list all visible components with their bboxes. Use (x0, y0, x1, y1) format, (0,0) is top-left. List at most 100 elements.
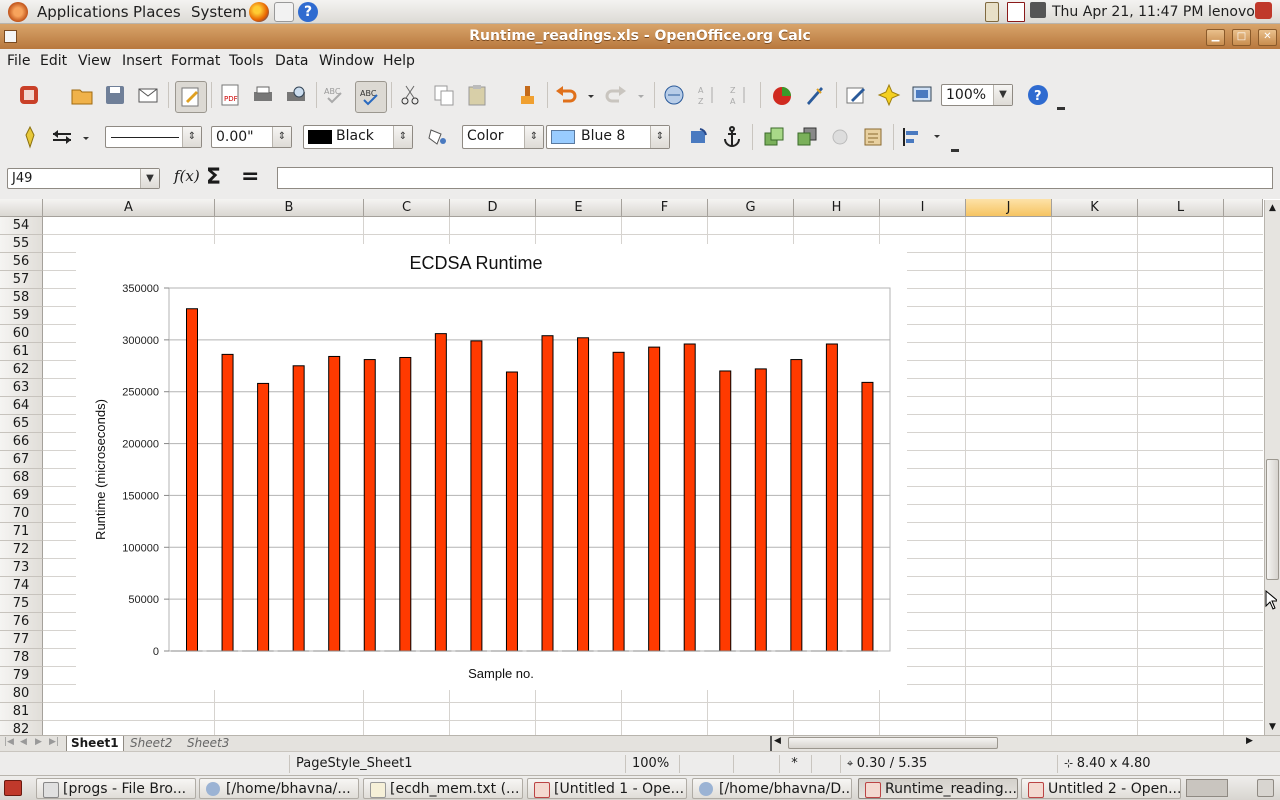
column-header-b[interactable]: B (215, 199, 364, 217)
toolbar-overflow-icon[interactable] (1056, 91, 1066, 115)
taskbar-item-untitled-1[interactable]: [Untitled 1 - Ope... (527, 778, 687, 799)
spin-icon[interactable]: ⇕ (650, 126, 669, 148)
row-header-54[interactable]: 54 (0, 217, 43, 235)
first-sheet-icon[interactable]: |◀ (4, 737, 14, 747)
line-style-combo[interactable]: ⇕ (105, 126, 202, 148)
taskbar-item-terminal-2[interactable]: [/home/bhavna/D... (692, 778, 852, 799)
status-insert-mode[interactable] (679, 755, 731, 773)
menu-window[interactable]: Window (319, 53, 374, 69)
row-header-57[interactable]: 57 (0, 271, 43, 289)
function-wizard-icon[interactable]: f(x) (174, 167, 200, 191)
anchor-icon[interactable] (720, 125, 744, 149)
user-menu[interactable]: lenovo (1208, 4, 1255, 20)
cut-icon[interactable] (398, 83, 422, 107)
shutdown-icon[interactable] (1255, 2, 1272, 19)
row-header-70[interactable]: 70 (0, 505, 43, 523)
show-draw-functions-icon[interactable] (803, 83, 827, 107)
maximize-button[interactable]: □ (1232, 29, 1251, 46)
spin-icon[interactable]: ⇕ (272, 127, 291, 147)
menu-edit[interactable]: Edit (40, 53, 67, 69)
edit-points-icon[interactable] (844, 83, 868, 107)
function-equals-icon[interactable]: = (241, 164, 265, 189)
menu-view[interactable]: View (78, 53, 111, 69)
row-header-59[interactable]: 59 (0, 307, 43, 325)
spin-icon[interactable]: ⇕ (182, 127, 201, 147)
row-header-77[interactable]: 77 (0, 631, 43, 649)
row-header-71[interactable]: 71 (0, 523, 43, 541)
row-header-73[interactable]: 73 (0, 559, 43, 577)
toolbar-overflow-icon[interactable] (950, 133, 960, 157)
menu-file[interactable]: File (7, 53, 30, 69)
sheet-tab-2[interactable]: Sheet2 (126, 736, 176, 751)
menu-help[interactable]: Help (383, 53, 415, 69)
status-signature[interactable] (811, 755, 838, 773)
workspace-switcher[interactable] (1186, 779, 1228, 797)
select-pointer-icon[interactable] (18, 125, 42, 149)
row-header-65[interactable]: 65 (0, 415, 43, 433)
row-header-79[interactable]: 79 (0, 667, 43, 685)
undo-dropdown-icon[interactable] (585, 83, 597, 107)
rotate-icon[interactable] (688, 125, 712, 149)
paste-icon[interactable] (465, 83, 489, 107)
menu-tools[interactable]: Tools (229, 53, 264, 69)
copy-icon[interactable] (432, 83, 456, 107)
area-color-combo[interactable]: Blue 8 ⇕ (546, 125, 670, 149)
menu-insert[interactable]: Insert (122, 53, 162, 69)
column-header-h[interactable]: H (794, 199, 880, 217)
network-icon[interactable] (1007, 2, 1025, 22)
sort-descending-icon[interactable]: ZA (728, 83, 752, 107)
clone-formatting-icon[interactable] (515, 83, 539, 107)
row-header-67[interactable]: 67 (0, 451, 43, 469)
arrow-style-dropdown-icon[interactable] (80, 125, 92, 149)
column-header-l[interactable]: L (1138, 199, 1224, 217)
ubuntu-logo-icon[interactable] (8, 2, 28, 22)
next-sheet-icon[interactable]: ▶ (35, 737, 42, 747)
places-menu[interactable]: Places (133, 3, 181, 21)
volume-icon[interactable] (1030, 2, 1046, 18)
column-header-k[interactable]: K (1052, 199, 1138, 217)
menu-data[interactable]: Data (275, 53, 308, 69)
send-to-back-icon[interactable] (795, 125, 819, 149)
window-title-bar[interactable]: Runtime_readings.xls - OpenOffice.org Ca… (0, 24, 1280, 49)
scroll-down-arrow-icon[interactable]: ▼ (1265, 720, 1280, 734)
horizontal-scrollbar[interactable]: ◀ ▶ (770, 736, 1260, 751)
spin-icon[interactable]: ⇕ (524, 126, 543, 148)
row-header-55[interactable]: 55 (0, 235, 43, 253)
arrow-style-icon[interactable] (50, 125, 74, 149)
trash-icon[interactable] (1257, 779, 1274, 797)
system-menu[interactable]: System (191, 3, 247, 21)
to-background-icon[interactable] (861, 125, 885, 149)
line-color-combo[interactable]: Black ⇕ (303, 125, 413, 149)
gallery-icon[interactable] (910, 83, 934, 107)
spellcheck-icon[interactable]: ABC (323, 83, 347, 107)
row-header-56[interactable]: 56 (0, 253, 43, 271)
column-header-c[interactable]: C (364, 199, 450, 217)
mail-icon[interactable] (274, 2, 294, 22)
row-header-78[interactable]: 78 (0, 649, 43, 667)
scroll-thumb[interactable] (1266, 459, 1279, 580)
taskbar-item-runtime-readings[interactable]: Runtime_reading... (858, 778, 1018, 799)
formula-input[interactable] (277, 167, 1273, 189)
export-pdf-icon[interactable]: PDF (218, 83, 242, 107)
chevron-down-icon[interactable]: ▼ (140, 169, 159, 188)
applications-menu[interactable]: Applications (37, 3, 129, 21)
line-width-field[interactable]: 0.00" ⇕ (211, 126, 292, 148)
alignment-icon[interactable] (900, 125, 924, 149)
row-header-63[interactable]: 63 (0, 379, 43, 397)
scroll-right-arrow-icon[interactable]: ▶ (1246, 736, 1253, 746)
row-header-76[interactable]: 76 (0, 613, 43, 631)
row-header-68[interactable]: 68 (0, 469, 43, 487)
row-header-60[interactable]: 60 (0, 325, 43, 343)
help-icon[interactable]: ? (298, 2, 318, 22)
last-sheet-icon[interactable]: ▶| (49, 737, 59, 747)
scroll-left-arrow-icon[interactable]: ◀ (774, 736, 781, 746)
taskbar-item-untitled-2[interactable]: Untitled 2 - Open... (1021, 778, 1181, 799)
autospellcheck-icon[interactable]: ABC (355, 81, 387, 113)
taskbar-item-file-browser[interactable]: [progs - File Bro... (36, 778, 196, 799)
bring-to-front-icon[interactable] (762, 125, 786, 149)
taskbar-item-editor[interactable]: [ecdh_mem.txt (... (363, 778, 523, 799)
column-header-a[interactable]: A (43, 199, 215, 217)
status-selection-mode[interactable] (733, 755, 777, 773)
column-header-g[interactable]: G (708, 199, 794, 217)
print-icon[interactable] (251, 83, 275, 107)
